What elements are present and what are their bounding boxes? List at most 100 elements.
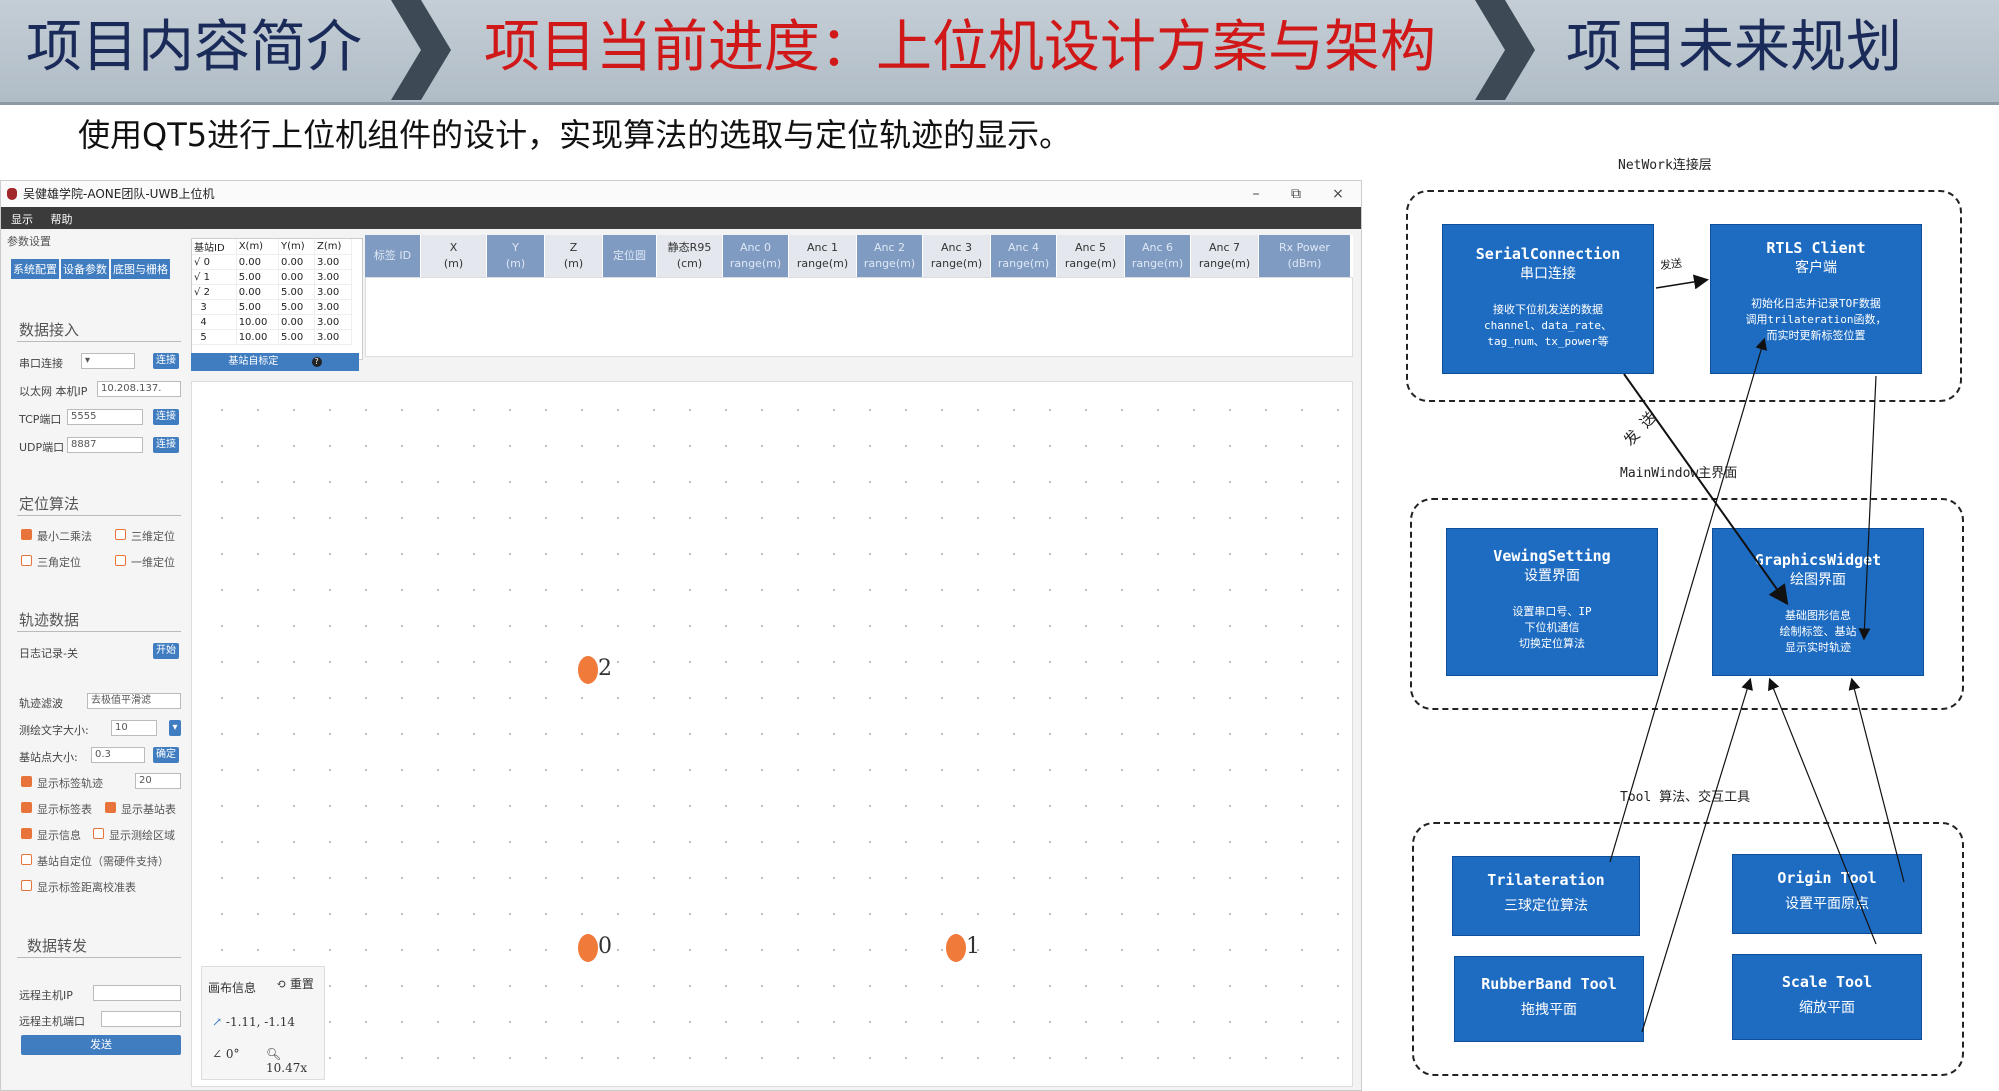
table-row[interactable]: √ 1 5.00 0.00 3.00 xyxy=(192,269,353,285)
table-header-row: 基站ID X(m) Y(m) Z(m) xyxy=(192,239,353,255)
zoom-icon: 🔍︎ xyxy=(266,1047,282,1061)
algo-least-squares-checkbox[interactable] xyxy=(21,529,32,540)
show-area-label: 显示测绘区域 xyxy=(109,829,175,842)
tab-map-grid[interactable]: 底图与栅格 xyxy=(111,259,170,279)
host-port-label: 远程主机端口 xyxy=(19,1015,85,1028)
tool-layer-label: Tool 算法、交互工具 xyxy=(1620,790,1751,805)
group-data-access: 数据接入 xyxy=(19,321,80,339)
tag-table-col-header: Anc 7 range(m) xyxy=(1191,235,1259,277)
send-label: 发送 xyxy=(1659,256,1683,273)
udp-connect-button[interactable]: 连接 xyxy=(153,437,179,453)
anchor-marker[interactable] xyxy=(578,934,598,962)
chevron-right-icon xyxy=(391,0,451,100)
show-calibration-checkbox[interactable] xyxy=(21,880,32,891)
divider xyxy=(17,341,181,342)
udp-port-input[interactable]: 8887 xyxy=(67,437,143,453)
tab-device-params[interactable]: 设备参数 xyxy=(61,259,109,279)
divider xyxy=(17,515,181,516)
anchor-calibrate-button[interactable]: 基站自标定 ? xyxy=(191,353,359,371)
anchor-marker[interactable] xyxy=(946,934,966,962)
tag-table-header: 标签 ID X (m) Y (m) Z (m) 定位圆 静态R95 (cm) Anc 0 r… xyxy=(365,235,1353,277)
show-tag-table-checkbox[interactable] xyxy=(21,802,32,813)
host-port-input[interactable] xyxy=(101,1011,181,1027)
log-start-button[interactable]: 开始 xyxy=(153,643,179,659)
table-row[interactable]: 5 10.00 5.00 3.00 xyxy=(192,329,353,345)
menu-bar: 显示 帮助 xyxy=(1,207,1361,229)
tag-table-col-header: Anc 1 range(m) xyxy=(789,235,857,277)
reset-button[interactable]: ⟲ 重置 xyxy=(276,975,314,992)
font-size-spinbox[interactable]: 10 xyxy=(111,720,157,736)
tag-table-col-header: 定位圆 xyxy=(603,235,657,277)
filter-select[interactable]: 去极值平滑滤 xyxy=(87,693,181,709)
filter-label: 轨迹滤波 xyxy=(19,697,63,710)
tag-table-col-header: Rx Power (dBm) xyxy=(1259,235,1351,277)
anchor-size-confirm-button[interactable]: 确定 xyxy=(153,747,179,763)
trilateration-node: Trilateration 三球定位算法 xyxy=(1452,856,1640,936)
rtls-client-node: RTLS Client 客户端 初始化日志并记录TOF数据 调用trilaterat… xyxy=(1710,224,1922,374)
tab-system-config[interactable]: 系统配置 xyxy=(11,259,59,279)
serial-connect-button[interactable]: 连接 xyxy=(153,353,179,369)
app-window: 吴健雄学院-AONE团队-UWB上位机 – ⧉ × 显示 帮助 参数设置 系统配… xyxy=(0,180,1362,1091)
tag-table-col-header: Anc 2 range(m) xyxy=(857,235,923,277)
menu-display[interactable]: 显示 xyxy=(11,213,33,226)
section-intro-title: 项目内容简介 xyxy=(26,15,362,80)
settings-panel: 参数设置 系统配置 设备参数 底图与栅格 数据接入 串口连接 ▾ 连接 以太网 本机… xyxy=(3,231,189,1088)
section-progress-title: 项目当前进度：上位机设计方案与架构 xyxy=(484,15,1436,80)
table-row[interactable]: 3 5.00 5.00 3.00 xyxy=(192,299,353,315)
group-algorithm: 定位算法 xyxy=(19,495,80,513)
origin-tool-node: Origin Tool 设置平面原点 xyxy=(1732,854,1922,934)
forward-send-button[interactable]: 发送 xyxy=(21,1035,181,1055)
group-forward: 数据转发 xyxy=(27,937,88,955)
algo-triangle-checkbox[interactable] xyxy=(21,555,32,566)
app-logo-icon xyxy=(7,188,17,200)
menu-help[interactable]: 帮助 xyxy=(51,213,73,226)
local-ip-select[interactable]: 10.208.137. xyxy=(97,381,181,397)
trail-length-spinbox[interactable]: 20 xyxy=(135,773,181,789)
table-row[interactable]: √ 2 0.00 5.00 3.00 xyxy=(192,284,353,300)
serial-port-select[interactable]: ▾ xyxy=(81,353,135,369)
chevron-right-icon xyxy=(1475,0,1535,100)
panel-header: 参数设置 xyxy=(7,235,51,248)
serial-connection-node: SerialConnection 串口连接 接收下位机发送的数据 channel、d… xyxy=(1442,224,1654,374)
anchor-self-locate-label: 基站自定位（需硬件支持） xyxy=(37,855,169,868)
host-ip-input[interactable] xyxy=(93,985,181,1001)
tcp-port-input[interactable]: 5555 xyxy=(67,409,143,425)
graphics-canvas[interactable]: 2 0 1 xyxy=(191,381,1353,1087)
minimize-button[interactable]: – xyxy=(1241,181,1271,207)
angle-icon: ∠ xyxy=(212,1047,223,1061)
tcp-connect-button[interactable]: 连接 xyxy=(153,409,179,425)
show-anchor-table-checkbox[interactable] xyxy=(105,802,116,813)
table-row[interactable]: √ 0 0.00 0.00 3.00 xyxy=(192,254,353,270)
col-x: X(m) xyxy=(236,239,279,255)
axis-icon: ↗ xyxy=(212,1015,223,1029)
rubberband-tool-node: RubberBand Tool 拖拽平面 xyxy=(1454,956,1644,1042)
col-y: Y(m) xyxy=(278,239,315,255)
anchor-size-input[interactable]: 0.3 xyxy=(91,747,145,763)
slide-subtitle: 使用QT5进行上位机组件的设计，实现算法的选取与定位轨迹的显示。 xyxy=(78,116,1072,154)
close-button[interactable]: × xyxy=(1323,181,1353,207)
anchor-size-label: 基站点大小: xyxy=(19,751,78,764)
ethernet-label: 以太网 本机IP xyxy=(19,385,88,398)
tag-table-col-header: Anc 3 range(m) xyxy=(923,235,991,277)
tag-table-body xyxy=(365,277,1353,357)
table-row[interactable]: 4 10.00 0.00 3.00 xyxy=(192,314,353,330)
show-anchor-table-label: 显示基站表 xyxy=(121,803,176,816)
help-icon: ? xyxy=(311,357,322,367)
show-tag-trail-checkbox[interactable] xyxy=(21,776,32,787)
restore-button[interactable]: ⧉ xyxy=(1281,181,1311,207)
show-area-checkbox[interactable] xyxy=(93,828,104,839)
col-anchor-id: 基站ID xyxy=(192,239,237,255)
scale-tool-node: Scale Tool 缩放平面 xyxy=(1732,954,1922,1040)
anchor-self-locate-checkbox[interactable] xyxy=(21,854,32,865)
anchor-marker[interactable] xyxy=(578,656,598,684)
send-label: 发 送 xyxy=(1620,408,1660,450)
show-tag-trail-label: 显示标签轨迹 xyxy=(37,777,103,790)
font-size-label: 测绘文字大小: xyxy=(19,724,89,737)
tcp-label: TCP端口 xyxy=(19,413,62,426)
algo-1d-checkbox[interactable] xyxy=(115,555,126,566)
font-size-apply-button[interactable]: ▾ xyxy=(169,720,181,736)
info-title: 画布信息 xyxy=(208,981,257,995)
algo-3d-checkbox[interactable] xyxy=(115,529,126,540)
show-tag-table-label: 显示标签表 xyxy=(37,803,92,816)
show-info-checkbox[interactable] xyxy=(21,828,32,839)
